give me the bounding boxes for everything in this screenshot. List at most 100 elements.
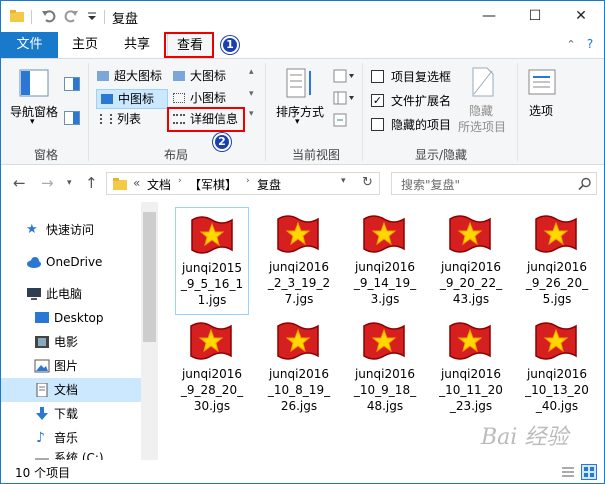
junqi-file-icon — [277, 215, 319, 253]
search-box[interactable]: 搜索"复盘" — [391, 172, 597, 195]
file-name: junqi2015_9_5_16_11.jgs — [180, 261, 244, 307]
details-pane-icon[interactable] — [64, 111, 80, 125]
add-columns-icon[interactable] — [333, 91, 355, 105]
highlight-box-view-tab — [164, 32, 214, 58]
address-dropdown-icon[interactable]: ▾ — [341, 176, 346, 186]
file-item[interactable]: junqi2016_10_11_20_23.jgs — [434, 314, 508, 422]
sort-by-button[interactable]: 排序方式 — [276, 103, 324, 120]
layout-small-icons[interactable]: 小图标 — [173, 89, 245, 109]
layout-expand-icon[interactable]: ▾ — [249, 109, 254, 119]
layout-scroll-up-icon[interactable]: ▴ — [249, 67, 254, 77]
nav-item-videos[interactable]: 电影 — [1, 330, 141, 354]
nav-item-downloads[interactable]: 下载 — [1, 402, 141, 426]
size-columns-icon[interactable] — [333, 113, 349, 127]
file-extensions-checkbox[interactable]: ✓ — [371, 94, 384, 107]
forward-icon[interactable]: → — [41, 174, 54, 192]
file-item[interactable]: junqi2016_2_3_19_27.jgs — [262, 207, 336, 315]
ribbon-tabs: 文件 主页 共享 查看 1 ⌃ ? — [1, 32, 604, 58]
nav-label: 此电脑 — [46, 287, 83, 301]
address-bar[interactable]: « 文档 › 【军棋】 › 复盘 ▾ ↻ — [106, 172, 380, 195]
divider — [104, 10, 105, 24]
nav-item-documents[interactable]: 文档 — [1, 378, 141, 402]
scrollbar-thumb[interactable] — [143, 212, 156, 342]
group-label-panes: 窗格 — [33, 148, 58, 162]
search-input[interactable]: 搜索"复盘" — [401, 176, 460, 193]
list-icon — [100, 114, 112, 124]
status-bar: 10 个项目 — [1, 460, 604, 483]
cloud-icon — [27, 257, 41, 268]
file-name: junqi2016_10_8_19_26.jgs — [267, 367, 331, 413]
layout-list[interactable]: 列表 — [100, 110, 168, 130]
search-icon[interactable] — [578, 177, 592, 191]
nav-item-system-drive[interactable]: 系统 (C:) — [1, 450, 141, 460]
refresh-icon[interactable]: ↻ — [362, 175, 373, 190]
nav-item-quick-access[interactable]: ★ 快速访问 — [1, 218, 141, 242]
tab-home[interactable]: 主页 — [65, 32, 105, 58]
layout-large-icons[interactable]: 大图标 — [173, 67, 245, 87]
tab-file[interactable]: 文件 — [1, 32, 58, 58]
close-button[interactable]: ✕ — [558, 1, 604, 32]
hidden-items-checkbox[interactable] — [371, 118, 384, 131]
chevron-down-icon[interactable]: ▾ — [295, 117, 300, 127]
collapse-ribbon-icon[interactable]: ⌃ — [562, 32, 580, 58]
folder-icon — [10, 10, 24, 22]
options-button[interactable]: 选项 — [529, 102, 553, 119]
nav-item-onedrive[interactable]: OneDrive — [1, 250, 141, 274]
layout-label: 中图标 — [118, 92, 155, 106]
help-icon[interactable]: ? — [581, 32, 599, 58]
nav-scrollbar[interactable] — [141, 202, 158, 460]
large-icons-icon — [173, 71, 185, 81]
redo-icon[interactable] — [63, 8, 79, 24]
breadcrumb-fupan[interactable]: 复盘 — [257, 176, 281, 193]
maximize-button[interactable]: ☐ — [512, 1, 558, 32]
quick-access-dropdown-icon[interactable] — [86, 8, 98, 24]
download-icon — [36, 407, 48, 420]
overflow-chevron[interactable]: « — [133, 176, 140, 190]
nav-item-music[interactable]: ♪ 音乐 — [1, 426, 141, 450]
group-label-current-view: 当前视图 — [291, 148, 340, 162]
desktop-icon — [35, 312, 49, 323]
file-item[interactable]: junqi2015_9_5_16_11.jgs — [175, 207, 249, 315]
undo-icon[interactable] — [41, 8, 57, 24]
junqi-file-icon — [191, 216, 233, 254]
nav-item-pictures[interactable]: 图片 — [1, 354, 141, 378]
folder-icon — [113, 178, 127, 190]
recent-locations-icon[interactable]: ▾ — [67, 178, 72, 188]
back-icon[interactable]: ← — [13, 174, 26, 192]
file-item[interactable]: junqi2016_9_14_19_3.jgs — [348, 207, 422, 315]
selected-items-label: 所选项目 — [458, 120, 507, 134]
tab-share[interactable]: 共享 — [117, 32, 157, 58]
file-item[interactable]: junqi2016_9_26_20_5.jgs — [520, 207, 594, 315]
item-checkboxes-checkbox[interactable] — [371, 70, 384, 83]
chevron-down-icon[interactable]: ▾ — [30, 117, 35, 127]
layout-extra-large-icons[interactable]: 超大图标 — [97, 67, 169, 87]
file-item[interactable]: junqi2016_9_20_22_43.jgs — [434, 207, 508, 315]
file-item[interactable]: junqi2016_9_28_20_30.jgs — [175, 314, 249, 422]
nav-label: 音乐 — [54, 431, 79, 445]
layout-scroll-down-icon[interactable]: ▾ — [249, 89, 254, 99]
file-item[interactable]: junqi2016_10_13_20_40.jgs — [520, 314, 594, 422]
nav-label: 快速访问 — [46, 223, 95, 237]
breadcrumb-separator-icon[interactable]: › — [178, 176, 182, 186]
step-marker-2: 2 — [213, 133, 231, 151]
group-by-icon[interactable] — [333, 69, 355, 83]
layout-label: 大图标 — [190, 69, 227, 83]
nav-item-desktop[interactable]: Desktop — [1, 306, 141, 330]
file-item[interactable]: junqi2016_10_8_19_26.jgs — [262, 314, 336, 422]
details-view-icon[interactable] — [561, 465, 575, 479]
group-label-layout: 布局 — [163, 148, 188, 162]
breadcrumb-junqi[interactable]: 【军棋】 — [189, 176, 237, 193]
preview-pane-icon[interactable] — [64, 77, 80, 91]
breadcrumb-documents[interactable]: 文档 — [147, 176, 171, 193]
large-icons-view-icon[interactable] — [581, 464, 597, 480]
file-name: junqi2016_10_11_20_23.jgs — [439, 367, 503, 413]
hide-selected-button[interactable]: 隐藏 — [469, 102, 493, 119]
minimize-button[interactable]: — — [466, 1, 512, 32]
ribbon: 导航窗格 ▾ 窗格 超大图标 大图标 中图标 小图标 列表 详细信息 ▴ ▾ ▾… — [1, 58, 604, 165]
file-item[interactable]: junqi2016_10_9_18_48.jgs — [348, 314, 422, 422]
breadcrumb-separator-icon[interactable]: › — [246, 176, 250, 186]
small-icons-icon — [173, 93, 185, 103]
up-icon[interactable]: ↑ — [85, 174, 98, 192]
layout-medium-icons[interactable]: 中图标 — [96, 89, 168, 109]
nav-item-this-pc[interactable]: 此电脑 — [1, 282, 141, 306]
